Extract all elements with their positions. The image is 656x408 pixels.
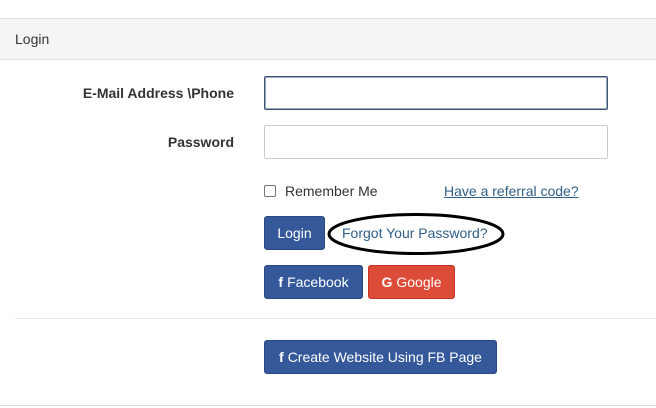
- referral-link[interactable]: Have a referral code?: [444, 183, 579, 199]
- google-button[interactable]: G Google: [368, 265, 455, 299]
- remember-label: Remember Me: [285, 183, 378, 199]
- facebook-label: Facebook: [287, 274, 349, 290]
- remember-checkbox[interactable]: [264, 185, 276, 197]
- facebook-icon: f: [279, 349, 284, 365]
- divider: [15, 318, 656, 319]
- highlight-ellipse: [327, 213, 505, 255]
- remember-me[interactable]: Remember Me: [264, 183, 378, 199]
- email-label: E-Mail Address \Phone: [82, 85, 234, 101]
- card-title: Login: [15, 31, 50, 47]
- password-field[interactable]: [264, 125, 608, 159]
- login-button[interactable]: Login: [264, 216, 325, 250]
- card-header: Login: [0, 19, 656, 60]
- login-card: Login E-Mail Address \Phone Password Rem…: [0, 18, 656, 406]
- password-label: Password: [167, 134, 234, 150]
- create-website-label: Create Website Using FB Page: [287, 349, 482, 365]
- email-field[interactable]: [264, 76, 608, 110]
- google-label: Google: [396, 274, 442, 290]
- create-website-button[interactable]: f Create Website Using FB Page: [264, 340, 497, 374]
- facebook-button[interactable]: f Facebook: [264, 265, 363, 299]
- google-icon: G: [381, 274, 393, 290]
- facebook-icon: f: [278, 274, 284, 290]
